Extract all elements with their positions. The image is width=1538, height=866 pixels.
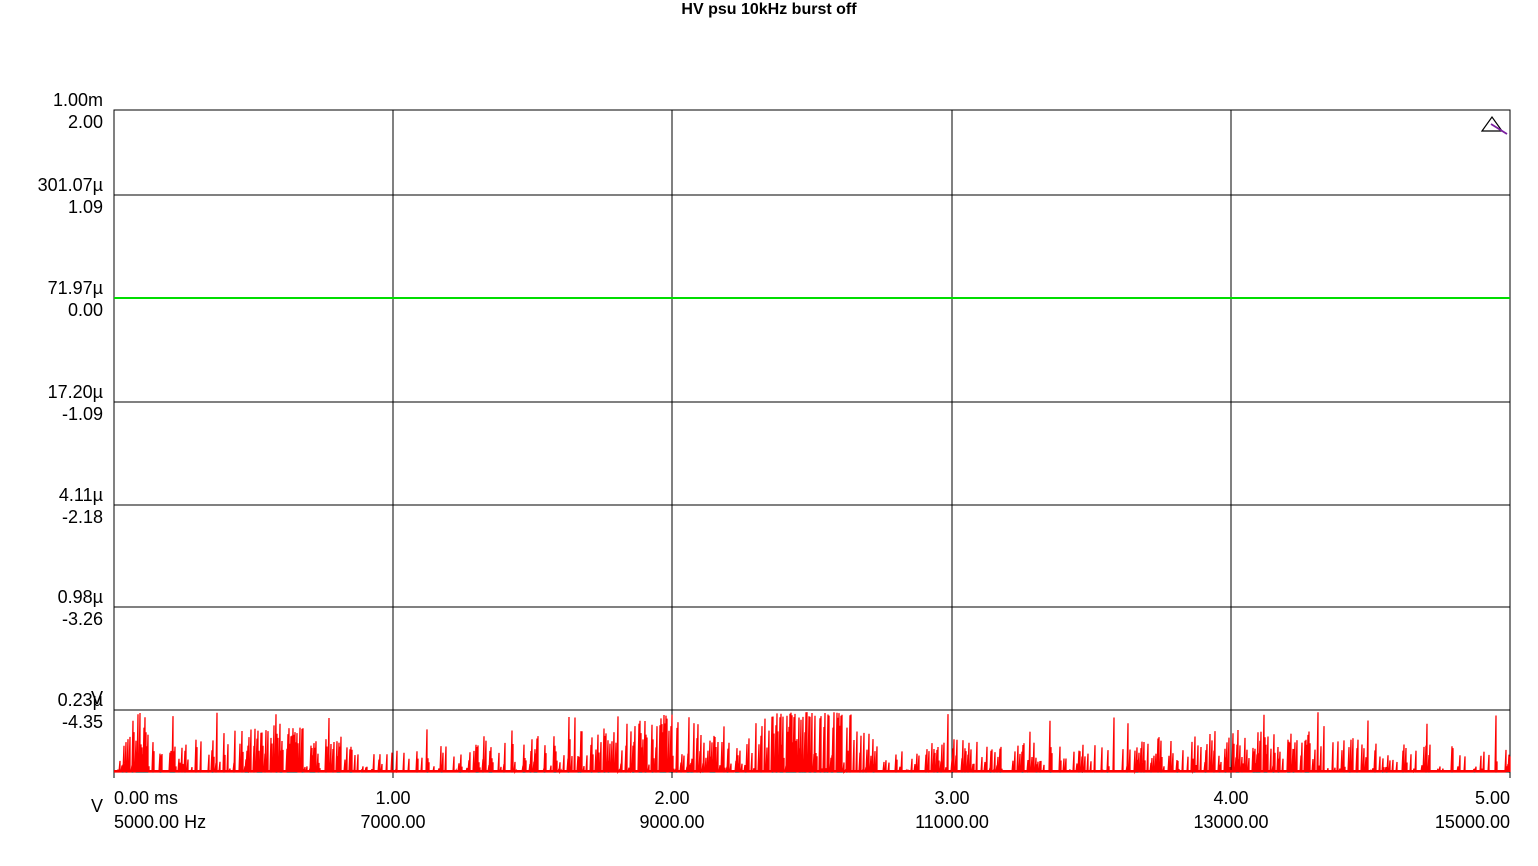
series-layer [114,297,1511,775]
y-tick-label-log: 1.00m [53,90,103,110]
series-line-red [114,712,1511,775]
x-tick-label-freq: 5000.00 Hz [114,812,206,832]
x-tick-label-freq: 15000.00 [1435,812,1510,832]
y-unit-label: V [91,688,103,708]
plot-border [113,109,1511,773]
y-tick-label-log: 4.11µ [59,485,103,505]
x-tick-label-time: 1.00 [375,788,410,808]
x-axis-labels: 0.00 ms 5000.00 Hz 1.00 7000.00 2.00 9000.00 3… [114,788,1510,832]
y-tick-label-linear: -3.26 [62,609,103,629]
x-tick-label-time: 0.00 ms [114,788,178,808]
y-tick-label-linear: -1.09 [62,404,103,424]
cursor-marker-icon[interactable] [1480,115,1508,135]
x-tick-label-freq: 7000.00 [360,812,425,832]
y-tick-label-linear: -4.35 [62,712,103,732]
x-tick-label-freq: 11000.00 [915,812,989,832]
x-tick-label-freq: 9000.00 [639,812,704,832]
plot-area: 1.00m2.00301.07µ1.0971.97µ0.0017.20µ-1.0… [38,90,1511,832]
y-tick-label-linear: 2.00 [68,112,103,132]
y-tick-label-log: 17.20µ [48,382,103,402]
y-tick-label-log: 301.07µ [38,175,103,195]
y-tick-label-linear: -2.18 [62,507,103,527]
y-tick-label-log: 0.98µ [58,587,103,607]
x-tick-label-time: 4.00 [1213,788,1248,808]
x-tick-label-time: 3.00 [934,788,969,808]
x-tick-label-freq: 13000.00 [1193,812,1268,832]
grid [113,109,1511,778]
x-tick-label-time: 5.00 [1475,788,1510,808]
y-tick-label-linear: 0.00 [68,300,103,320]
x-unit-label: V [91,796,103,816]
x-tick-label-time: 2.00 [654,788,689,808]
y-axis-labels: 1.00m2.00 301.07µ1.09 71.97µ0.00 17.20µ-1.0… [38,90,103,732]
y-tick-label-linear: 1.09 [68,197,103,217]
y-tick-label-log: 71.97µ [48,278,103,298]
